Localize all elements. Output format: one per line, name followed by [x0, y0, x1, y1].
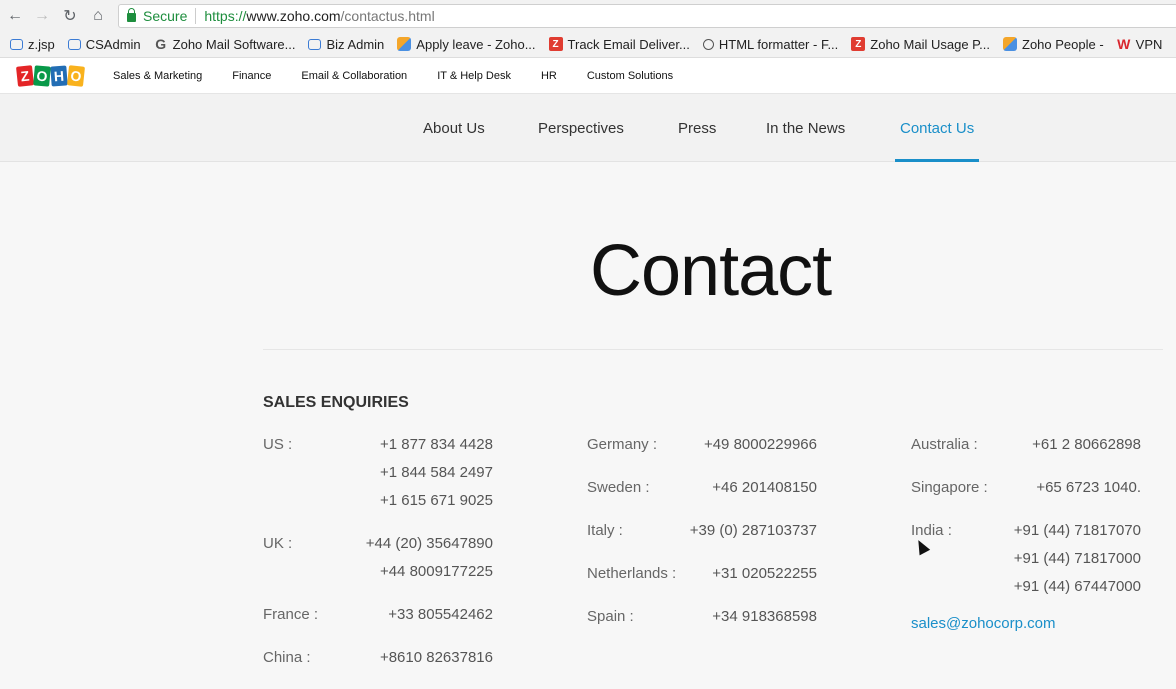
bookmark-biz-admin[interactable]: Biz Admin — [308, 37, 384, 52]
company-sub-nav: About Us Perspectives Press In the News … — [0, 94, 1176, 162]
phone-number: +91 (44) 71817070 — [1013, 522, 1141, 539]
bookmark-zoho-mail-software[interactable]: G Zoho Mail Software... — [154, 36, 296, 52]
bookmark-label: Track Email Deliver... — [567, 36, 690, 52]
country-netherlands: Netherlands : — [587, 565, 677, 582]
vpn-icon: W — [1117, 36, 1131, 52]
bookmark-csadmin[interactable]: CSAdmin — [67, 36, 141, 52]
mail-icon — [10, 38, 23, 50]
lock-icon — [127, 7, 136, 22]
tab-contact-us[interactable]: Contact Us — [894, 94, 980, 162]
forward-icon[interactable]: → — [29, 3, 55, 29]
country-germany: Germany : — [587, 436, 658, 453]
g-icon: G — [155, 36, 167, 52]
phone-number: +91 (44) 71817000 — [1013, 550, 1141, 567]
phone-number: +44 8009177225 — [379, 563, 493, 580]
bookmark-zoho-people[interactable]: Zoho People - — [1003, 37, 1104, 52]
mouse-cursor-icon — [913, 537, 931, 556]
phone-number: +49 8000229966 — [703, 436, 817, 453]
url-host: www.zoho.com — [246, 8, 341, 24]
bookmark-label: Zoho Mail Usage P... — [870, 36, 990, 52]
bookmark-label: Zoho People - — [1022, 36, 1104, 52]
zoho-logo[interactable]: Z O H O — [15, 65, 86, 87]
logo-letter: O — [33, 65, 51, 87]
phone-number: +31 020522255 — [712, 565, 817, 582]
reload-icon[interactable]: ↻ — [57, 3, 83, 29]
phone-number: +34 918368598 — [712, 608, 817, 625]
browser-toolbar: ← → ↻ ⌂ Secure https://www.zoho.com/cont… — [0, 0, 1176, 31]
country-india: India : — [911, 522, 952, 539]
phone-number: +39 (0) 287103737 — [689, 522, 817, 539]
country-sweden: Sweden : — [587, 479, 650, 496]
cube-icon — [397, 37, 412, 51]
home-icon[interactable]: ⌂ — [85, 3, 111, 29]
bookmark-label: HTML formatter - F... — [718, 36, 839, 52]
nav-sales-marketing[interactable]: Sales & Marketing — [113, 70, 202, 82]
country-france: France : — [263, 606, 319, 623]
tab-press[interactable]: Press — [678, 94, 716, 162]
nav-hr[interactable]: HR — [541, 70, 557, 82]
tab-perspectives[interactable]: Perspectives — [538, 94, 624, 162]
bookmark-apply-leave[interactable]: Apply leave - Zoho... — [397, 36, 536, 52]
nav-it-help-desk[interactable]: IT & Help Desk — [437, 70, 511, 82]
cube-icon — [1003, 37, 1017, 51]
phone-number: +46 201408150 — [712, 479, 817, 496]
bookmark-track-email[interactable]: Z Track Email Deliver... — [548, 36, 690, 52]
bookmark-label: VPN — [1135, 36, 1163, 52]
bookmark-label: z.jsp — [28, 36, 55, 52]
bookmark-label: CSAdmin — [85, 36, 141, 52]
phone-number: +91 (44) 67447000 — [1013, 578, 1141, 595]
bookmark-label: Biz Admin — [326, 36, 385, 52]
country-singapore: Singapore : — [911, 479, 988, 496]
zoho-top-nav: Z O H O Sales & Marketing Finance Email … — [0, 58, 1176, 94]
sales-email-link[interactable]: sales@zohocorp.com — [911, 615, 1055, 632]
phone-number: +61 2 80662898 — [1032, 436, 1141, 453]
nav-finance[interactable]: Finance — [232, 70, 271, 82]
section-divider — [263, 349, 1163, 350]
back-icon[interactable]: ← — [2, 3, 28, 29]
bookmark-label: Apply leave - Zoho... — [416, 36, 536, 52]
bookmark-vpn[interactable]: W VPN — [1117, 36, 1163, 52]
logo-letter: Z — [15, 65, 35, 87]
clock-icon — [702, 38, 714, 50]
country-italy: Italy : — [587, 522, 623, 539]
logo-letter: O — [66, 65, 86, 87]
bookmark-zoho-mail-usage[interactable]: Z Zoho Mail Usage P... — [851, 37, 990, 52]
z-icon: Z — [851, 37, 866, 51]
phone-number: +44 (20) 35647890 — [365, 535, 493, 552]
nav-custom-solutions[interactable]: Custom Solutions — [587, 70, 673, 82]
country-australia: Australia : — [911, 436, 978, 453]
nav-email-collaboration[interactable]: Email & Collaboration — [301, 70, 407, 82]
country-us: US : — [263, 436, 293, 453]
z-icon: Z — [548, 37, 563, 51]
logo-letter: H — [50, 65, 68, 87]
tab-in-the-news[interactable]: In the News — [766, 94, 845, 162]
zoho-nav-menu: Sales & Marketing Finance Email & Collab… — [113, 58, 703, 94]
page-title: Contact — [590, 231, 832, 311]
url-separator — [195, 8, 197, 24]
country-uk: UK : — [263, 535, 293, 552]
phone-number: +1 877 834 4428 — [379, 436, 493, 453]
mail-icon — [308, 38, 322, 50]
sales-enquiries-heading: SALES ENQUIRIES — [263, 394, 409, 411]
bookmark-label: Zoho Mail Software... — [172, 36, 296, 52]
phone-number: +1 615 671 9025 — [379, 492, 493, 509]
tab-about-us[interactable]: About Us — [423, 94, 485, 162]
secure-label: Secure — [143, 8, 188, 24]
phone-number: +65 6723 1040. — [1036, 479, 1141, 496]
country-spain: Spain : — [587, 608, 634, 625]
phone-number: +1 844 584 2497 — [379, 464, 493, 481]
url-path: /contactus.html — [340, 8, 435, 24]
url-scheme: https:// — [204, 8, 247, 24]
address-bar[interactable]: Secure https://www.zoho.com/contactus.ht… — [118, 4, 1176, 28]
bookmarks-bar: z.jsp CSAdmin G Zoho Mail Software... Biz… — [0, 31, 1176, 58]
bookmark-z-jsp[interactable]: z.jsp — [10, 37, 55, 52]
bookmark-html-formatter[interactable]: HTML formatter - F... — [702, 36, 839, 52]
phone-number: +8610 82637816 — [379, 649, 493, 666]
mail-icon — [67, 38, 81, 50]
phone-number: +33 805542462 — [388, 606, 493, 623]
country-china: China : — [263, 649, 311, 666]
